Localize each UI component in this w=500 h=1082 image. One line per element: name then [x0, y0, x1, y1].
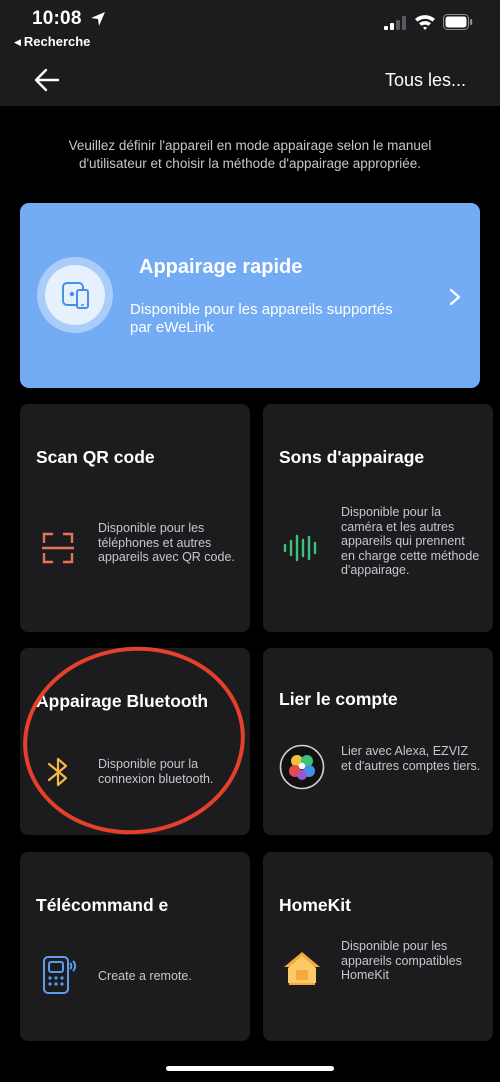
quick-pair-devices-icon — [62, 282, 89, 309]
homekit-description: Disponible pour les appareils compatible… — [341, 939, 462, 982]
location-arrow-icon — [91, 12, 105, 26]
chevron-right-icon — [449, 288, 461, 306]
nav-bar: Tous les... — [0, 52, 500, 106]
back-arrow-icon[interactable] — [32, 65, 62, 95]
back-app-label: Recherche — [23, 34, 91, 49]
pairing-instructions: Veuillez définir l'appareil en mode appa… — [68, 138, 432, 171]
back-triangle-icon: ◀ — [14, 37, 21, 47]
link-account-title: Lier le compte — [279, 689, 398, 709]
sound-pairing-card[interactable]: Sons d'appairage Disponible pour la camé… — [263, 404, 493, 632]
home-indicator[interactable] — [166, 1066, 334, 1071]
homekit-card[interactable]: HomeKit Disponible pour les appareils co… — [263, 852, 493, 1041]
quick-pairing-card[interactable]: Appairage rapide Disponible pour les app… — [20, 203, 480, 388]
remote-card[interactable]: Télécommand e Create a remote. — [20, 852, 250, 1041]
back-to-app-link[interactable]: ◀ Recherche — [14, 34, 90, 49]
sound-pairing-description: Disponible pour la caméra et les autres … — [341, 505, 480, 577]
remote-title: Télécommand e — [36, 895, 169, 915]
link-account-card[interactable]: Lier le compte Lier avec Alexa, EZVIZ et… — [263, 648, 493, 835]
battery-icon — [443, 14, 473, 30]
quick-pairing-title: Appairage rapide — [139, 256, 303, 278]
quick-pair-icon-circle — [37, 257, 113, 333]
link-account-icon — [279, 744, 325, 790]
quick-pairing-description: Disponible pour les appareils supportés … — [130, 301, 393, 336]
status-bar: 10:08 ◀ Recherche — [0, 0, 500, 52]
wifi-icon — [415, 15, 435, 30]
sound-pairing-title: Sons d'appairage — [279, 447, 425, 467]
link-account-description: Lier avec Alexa, EZVIZ et d'autres compt… — [341, 744, 481, 773]
all-devices-button[interactable]: Tous les... — [385, 70, 466, 91]
scan-qr-description: Disponible pour les téléphones et autres… — [98, 521, 235, 564]
scan-qr-card[interactable]: Scan QR code Disponible pour les télépho… — [20, 404, 250, 632]
homekit-title: HomeKit — [279, 895, 351, 915]
scan-qr-title: Scan QR code — [36, 447, 155, 467]
qr-scan-icon — [42, 532, 74, 564]
sound-wave-icon — [283, 534, 317, 562]
homekit-icon — [284, 952, 320, 985]
remote-description: Create a remote. — [98, 969, 192, 983]
cellular-signal-icon — [384, 16, 406, 30]
status-time: 10:08 — [32, 8, 82, 29]
remote-control-icon — [43, 956, 77, 994]
